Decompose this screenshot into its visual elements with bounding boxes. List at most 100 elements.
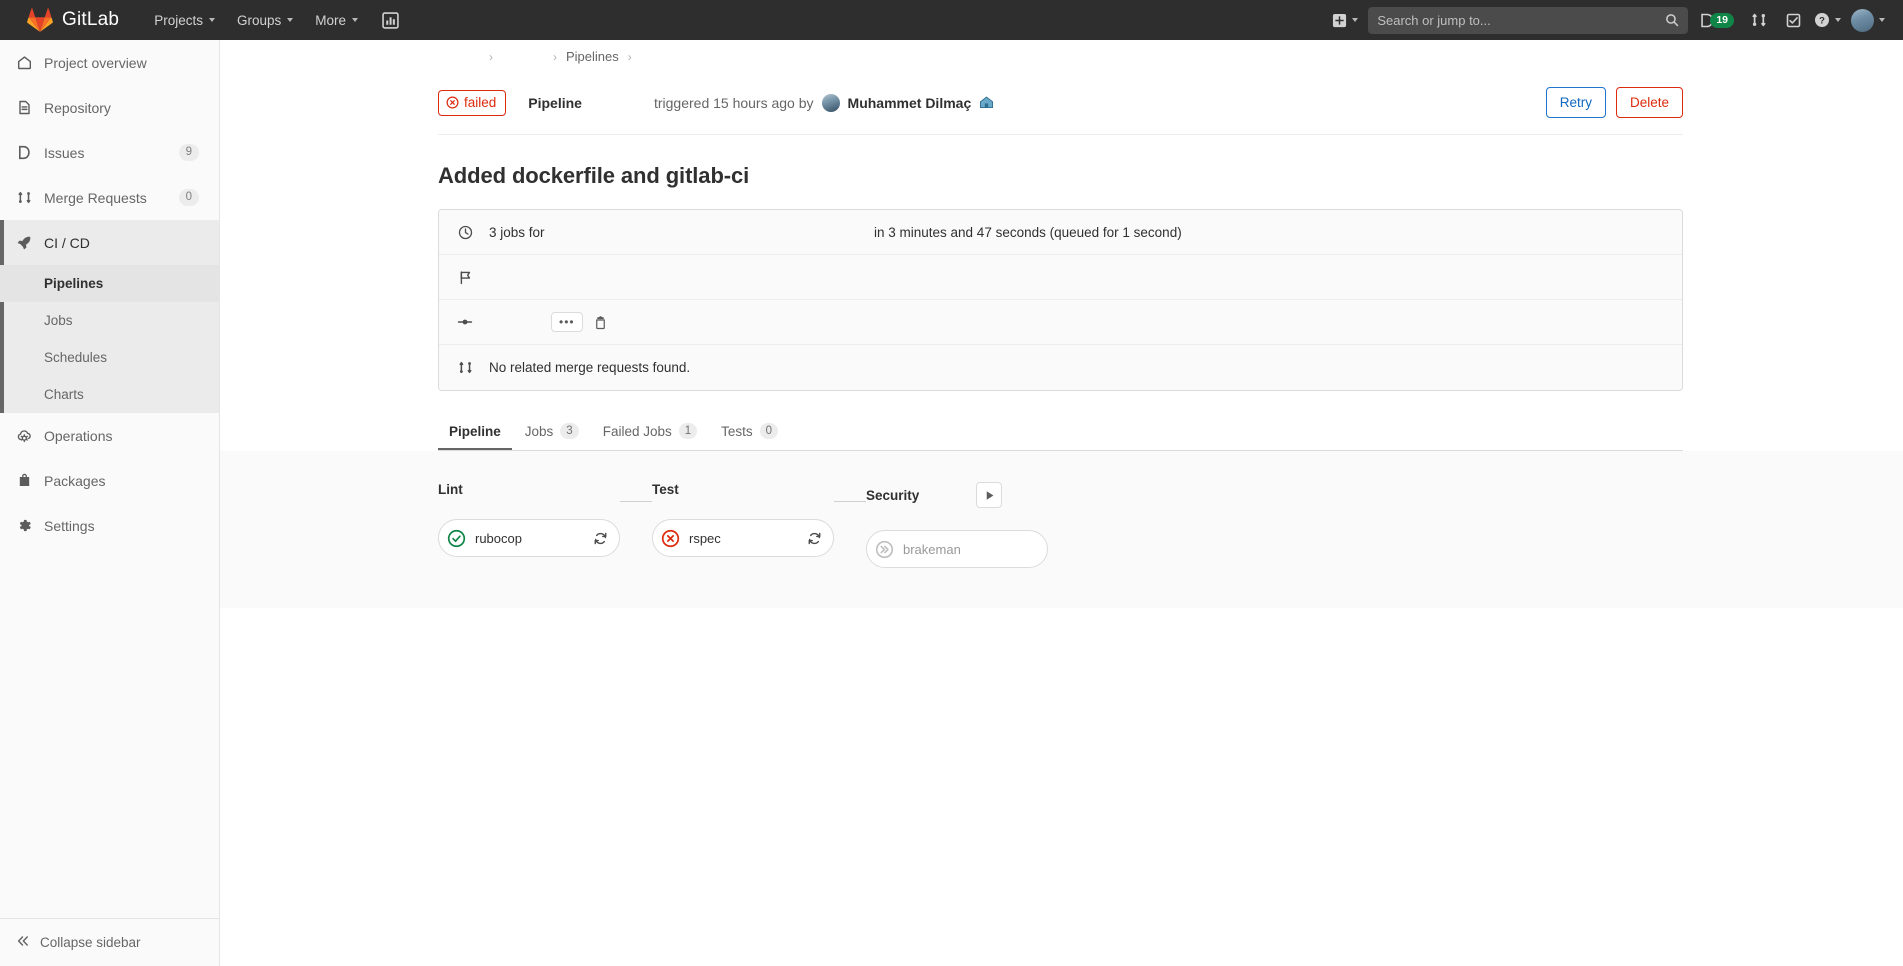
todo-checkbox-icon[interactable]: [1776, 3, 1810, 37]
job-card-brakeman[interactable]: brakeman: [866, 530, 1048, 568]
commit-title: Added dockerfile and gitlab-ci: [438, 163, 750, 188]
breadcrumb: › › Pipelines ›: [220, 40, 1903, 73]
retry-icon[interactable]: [589, 527, 611, 549]
clock-icon: [457, 224, 473, 240]
retry-button[interactable]: Retry: [1545, 87, 1606, 118]
status-badge-label: failed: [464, 94, 497, 110]
search-bar[interactable]: [1368, 6, 1689, 34]
status-success-icon[interactable]: [447, 529, 466, 548]
issues-count-badge: 19: [1710, 12, 1734, 28]
collapse-sidebar-label: Collapse sidebar: [40, 935, 141, 950]
sidebar-item-schedules[interactable]: Schedules: [0, 339, 219, 376]
chevron-down-icon: [352, 18, 359, 22]
sidebar-item-pipelines-label: Pipelines: [44, 276, 104, 291]
chevron-double-left-icon: [16, 934, 30, 951]
pipeline-trigger-user[interactable]: Muhammet Dilmaç: [848, 95, 972, 111]
pipeline-header-actions: Retry Delete: [1545, 87, 1683, 118]
tab-failed-jobs[interactable]: Failed Jobs 1: [592, 413, 708, 450]
status-skipped-icon[interactable]: [875, 540, 894, 559]
gitlab-logo-icon[interactable]: [27, 7, 53, 33]
breadcrumb-separator-icon: ›: [553, 49, 557, 64]
tab-pipeline[interactable]: Pipeline: [438, 414, 512, 450]
sidebar-item-packages[interactable]: Packages: [0, 458, 219, 503]
sidebar-item-ci-cd-label: CI / CD: [44, 234, 90, 251]
question-circle-icon[interactable]: ?: [1810, 3, 1845, 37]
avatar[interactable]: [1845, 3, 1889, 37]
sidebar-item-project-overview[interactable]: Project overview: [0, 40, 219, 85]
chevron-down-icon: [287, 18, 294, 22]
breadcrumb-separator-icon: ›: [627, 49, 632, 64]
tab-failed-jobs-count: 1: [678, 423, 698, 439]
document-icon: [16, 100, 32, 116]
tab-jobs[interactable]: Jobs 3: [514, 413, 590, 450]
sidebar-item-settings[interactable]: Settings: [0, 503, 219, 548]
merge-request-icon[interactable]: [1742, 3, 1776, 37]
job-card-rspec[interactable]: rspec: [652, 519, 834, 557]
commit-icon: [457, 314, 473, 330]
new-item-button[interactable]: [1328, 3, 1362, 37]
play-icon[interactable]: [976, 482, 1002, 508]
stage-header-security: Security: [866, 482, 1048, 530]
sidebar-item-charts[interactable]: Charts: [0, 376, 219, 413]
status-failed-icon[interactable]: [661, 529, 680, 548]
table-row-commit: •••: [439, 300, 1682, 345]
nav-item-projects-label: Projects: [154, 12, 203, 28]
nav-item-groups[interactable]: Groups: [226, 0, 304, 40]
search-input[interactable]: [1377, 12, 1666, 28]
search-icon[interactable]: [1665, 13, 1679, 27]
collapse-sidebar-button[interactable]: Collapse sidebar: [0, 918, 219, 966]
chevron-down-icon: [1352, 18, 1359, 22]
issues-counter-button[interactable]: 19: [1694, 3, 1742, 37]
commit-more-button[interactable]: •••: [551, 312, 583, 332]
no-merge-requests-text: No related merge requests found.: [489, 360, 691, 375]
gear-icon: [16, 518, 32, 534]
chevron-down-icon: [1879, 18, 1885, 22]
pipeline-stages: Lint rubocop Test rspec Security brakema…: [438, 482, 1903, 568]
cloud-gear-icon: [16, 428, 32, 444]
nav-item-groups-label: Groups: [236, 12, 282, 28]
sidebar-item-merge-requests[interactable]: Merge Requests 0: [0, 175, 219, 220]
tab-tests-count: 0: [759, 423, 779, 439]
rocket-icon: [16, 235, 32, 251]
home-badge-icon: [979, 95, 994, 110]
job-name-brakeman: brakeman: [903, 541, 961, 557]
pipeline-info-table: 3 jobs for in 3 minutes and 47 seconds (…: [438, 209, 1683, 391]
status-failed-icon: [446, 96, 459, 109]
sidebar-item-operations[interactable]: Operations: [0, 413, 219, 458]
svg-text:?: ?: [1819, 16, 1825, 27]
pipeline-header: failed Pipeline triggered 15 hours ago b…: [438, 73, 1683, 135]
main-content: › › Pipelines › failed Pipeline triggere…: [220, 40, 1903, 966]
breadcrumb-item-pipelines[interactable]: Pipelines: [566, 49, 619, 64]
nav-item-projects[interactable]: Projects: [143, 0, 226, 40]
retry-icon[interactable]: [803, 527, 825, 549]
tab-tests[interactable]: Tests 0: [710, 413, 789, 450]
sidebar-item-repository[interactable]: Repository: [0, 85, 219, 130]
avatar[interactable]: [821, 93, 840, 112]
sidebar-item-settings-label: Settings: [44, 517, 95, 534]
nav-item-more[interactable]: More: [304, 0, 369, 40]
sidebar-item-merge-requests-label: Merge Requests: [44, 189, 147, 206]
stage-spacer: [620, 482, 652, 568]
chevron-down-icon: [1835, 18, 1841, 22]
merge-request-icon: [16, 190, 32, 206]
navbar-left-group: GitLab Projects Groups More: [0, 0, 407, 40]
stage-connector: [834, 501, 866, 502]
sidebar-item-pipelines[interactable]: Pipelines: [0, 265, 219, 302]
stage-spacer: [834, 482, 866, 568]
copy-to-clipboard-icon[interactable]: [593, 315, 608, 330]
pipeline-detail-wrap: failed Pipeline triggered 15 hours ago b…: [220, 73, 1903, 451]
pipeline-stage-security: Security brakeman: [866, 482, 1048, 568]
sidebar-item-issues[interactable]: Issues 9: [0, 130, 219, 175]
delete-button[interactable]: Delete: [1615, 87, 1683, 118]
gitlab-wordmark[interactable]: GitLab: [62, 9, 119, 31]
chart-bar-icon[interactable]: [373, 3, 407, 37]
merge-request-icon: [457, 360, 473, 376]
stage-title-lint: Lint: [438, 482, 463, 497]
sidebar-item-jobs-label: Jobs: [44, 313, 73, 328]
issues-icon: [16, 145, 32, 161]
top-navbar: GitLab Projects Groups More Search or ju…: [0, 0, 1903, 40]
job-card-rubocop[interactable]: rubocop: [438, 519, 620, 557]
sidebar-item-ci-cd[interactable]: CI / CD: [0, 220, 219, 265]
status-badge[interactable]: failed: [438, 89, 507, 116]
sidebar-item-jobs[interactable]: Jobs: [0, 302, 219, 339]
